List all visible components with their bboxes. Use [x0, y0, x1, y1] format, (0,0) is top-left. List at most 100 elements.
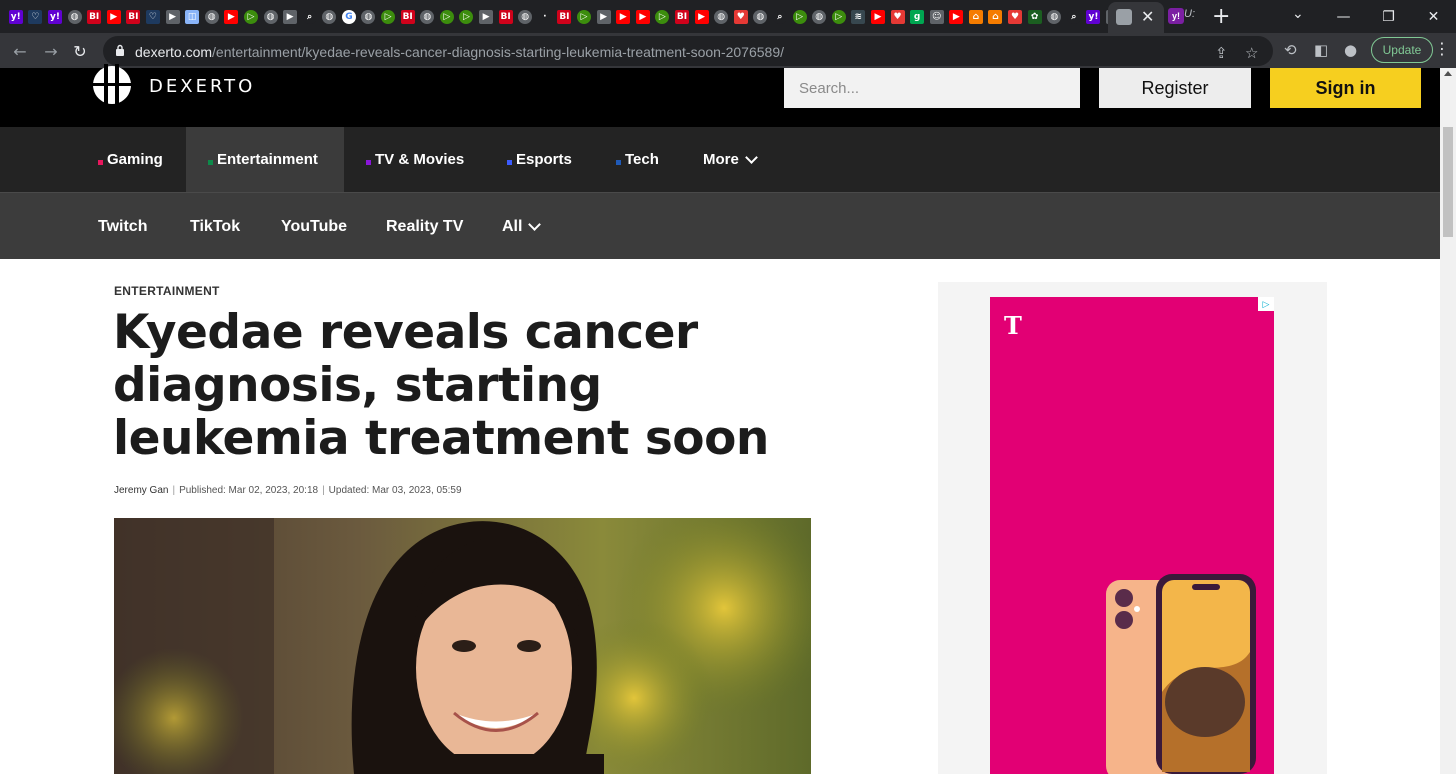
tab-favicon-icon[interactable]: ♥ — [1005, 7, 1025, 26]
tab-favicon-icon[interactable]: y! — [6, 7, 26, 26]
tab-favicon-icon[interactable]: ◍ — [320, 7, 340, 26]
tab-favicon-icon[interactable]: ▷ — [790, 7, 810, 26]
close-window-icon[interactable]: ✕ — [1411, 0, 1456, 33]
tab-favicon-icon[interactable]: ▶ — [104, 7, 124, 26]
page-scrollbar[interactable] — [1440, 68, 1456, 774]
tab-favicon-icon[interactable]: G — [339, 7, 359, 26]
tab-favicon-icon[interactable]: ▶ — [222, 7, 242, 26]
tab-favicon-icon[interactable]: ▶ — [163, 7, 183, 26]
tab-favicon-icon[interactable]: ♡ — [26, 7, 46, 26]
tab-favicon-icon[interactable]: ▶ — [613, 7, 633, 26]
tab-favicon-icon[interactable]: ☺ — [927, 7, 947, 26]
tab-favicon-icon[interactable]: · — [535, 7, 555, 26]
tab-favicon-icon[interactable]: BI — [124, 7, 144, 26]
subnav-all[interactable]: All — [502, 193, 542, 260]
tab-favicon-icon[interactable]: ≋ — [849, 7, 869, 26]
active-tab[interactable]: ✕ — [1108, 2, 1164, 33]
tab-favicon-icon[interactable]: ▶ — [692, 7, 712, 26]
tab-favicon-icon[interactable]: ◍ — [751, 7, 771, 26]
tab-favicon-icon[interactable]: ▷ — [437, 7, 457, 26]
tab-favicon-icon[interactable]: ◍ — [711, 7, 731, 26]
forward-icon[interactable]: → — [38, 38, 64, 64]
tab-favicon-icon[interactable]: ♥ — [888, 7, 908, 26]
register-button[interactable]: Register — [1099, 68, 1251, 108]
search-input[interactable] — [784, 68, 1080, 108]
adchoices-icon[interactable]: ▷ — [1258, 297, 1274, 311]
logo-text[interactable]: DEXERTO — [149, 76, 255, 97]
menu-icon[interactable]: ⋮ — [1434, 39, 1450, 58]
tab-yahoo-favicon-icon[interactable]: y! — [1168, 8, 1184, 24]
subnav-twitch[interactable]: Twitch — [98, 193, 147, 260]
tab-favicon-icon[interactable]: ◍ — [359, 7, 379, 26]
subnav-youtube[interactable]: YouTube — [281, 193, 347, 260]
tmobile-ad[interactable]: T ▷ — [990, 297, 1274, 774]
tab-favicon-icon[interactable]: ▶ — [280, 7, 300, 26]
tab-favicon-icon[interactable]: ⌂ — [966, 7, 986, 26]
tab-favicon-icon[interactable]: ◍ — [65, 7, 85, 26]
dexerto-logo-icon[interactable] — [90, 64, 134, 104]
tab-favicon-icon[interactable]: ▷ — [457, 7, 477, 26]
tab-favicon-icon[interactable]: ⌕ — [1064, 7, 1084, 26]
sign-in-button[interactable]: Sign in — [1270, 68, 1421, 108]
article-category[interactable]: ENTERTAINMENT — [114, 284, 220, 298]
tab-favicon-icon[interactable]: U: — [1184, 8, 1200, 24]
close-tab-icon[interactable]: ✕ — [1141, 7, 1154, 26]
address-bar[interactable]: dexerto.com/entertainment/kyedae-reveals… — [103, 36, 1273, 66]
scroll-up-arrow-icon[interactable] — [1444, 71, 1452, 76]
restore-icon[interactable]: ❐ — [1366, 0, 1411, 33]
author-link[interactable]: Jeremy Gan — [114, 485, 168, 496]
tab-favicon-icon[interactable]: BI — [496, 7, 516, 26]
tab-favicon-icon[interactable]: ⌕ — [770, 7, 790, 26]
nav-gaming[interactable]: Gaming — [98, 127, 163, 192]
tab-favicon-icon[interactable]: ✿ — [1025, 7, 1045, 26]
lock-icon[interactable] — [115, 44, 125, 56]
tab-favicon-icon[interactable]: ▶ — [868, 7, 888, 26]
tab-favicon-icon[interactable]: ▷ — [653, 7, 673, 26]
profile-icon[interactable]: ● — [1344, 41, 1357, 59]
tab-favicon-icon[interactable]: BI — [672, 7, 692, 26]
minimize-icon[interactable]: — — [1321, 0, 1366, 33]
tab-favicon-icon[interactable]: ⌕ — [300, 7, 320, 26]
tab-favicon-icon[interactable]: ▶ — [947, 7, 967, 26]
tab-favicon-icon[interactable]: BI — [398, 7, 418, 26]
tab-favicon-icon[interactable]: BI — [84, 7, 104, 26]
tab-favicon-icon[interactable]: ◍ — [261, 7, 281, 26]
nav-entertainment[interactable]: Entertainment — [186, 127, 344, 192]
extension-icon[interactable]: ⟲ — [1284, 41, 1297, 59]
nav-more[interactable]: More — [703, 127, 758, 192]
tab-favicon-icon[interactable]: ◍ — [809, 7, 829, 26]
subnav-tiktok[interactable]: TikTok — [190, 193, 240, 260]
tab-favicon-icon[interactable]: ▶ — [594, 7, 614, 26]
reload-icon[interactable]: ↻ — [67, 38, 93, 64]
tab-search-chevron-icon[interactable]: ⌄ — [1292, 6, 1304, 22]
tab-favicon-icon[interactable]: y! — [45, 7, 65, 26]
star-icon[interactable]: ☆ — [1245, 44, 1258, 62]
tab-favicon-icon[interactable]: ▷ — [241, 7, 261, 26]
nav-esports[interactable]: Esports — [507, 127, 572, 192]
tab-favicon-icon[interactable]: ◫ — [182, 7, 202, 26]
tab-favicon-icon[interactable]: ▷ — [574, 7, 594, 26]
tab-favicon-icon[interactable]: y! — [1084, 7, 1104, 26]
subnav-reality-tv[interactable]: Reality TV — [386, 193, 463, 260]
url-text[interactable]: dexerto.com/entertainment/kyedae-reveals… — [135, 44, 784, 60]
tab-favicon-icon[interactable]: ⌂ — [986, 7, 1006, 26]
tab-favicon-icon[interactable]: ▶ — [633, 7, 653, 26]
new-tab-button[interactable]: + — [1212, 4, 1230, 29]
nav-tv-movies[interactable]: TV & Movies — [366, 127, 464, 192]
tab-favicon-icon[interactable]: ◍ — [417, 7, 437, 26]
tab-favicon-icon[interactable]: ▷ — [378, 7, 398, 26]
back-icon[interactable]: ← — [7, 38, 33, 64]
tab-favicon-icon[interactable]: ◍ — [202, 7, 222, 26]
tab-favicon-icon[interactable]: g — [907, 7, 927, 26]
sidebar-icon[interactable]: ◧ — [1314, 41, 1328, 59]
tab-favicon-icon[interactable]: ♥ — [731, 7, 751, 26]
update-button[interactable]: Update — [1371, 37, 1433, 63]
share-icon[interactable]: ⇪ — [1215, 44, 1228, 62]
tab-favicon-icon[interactable]: ◍ — [515, 7, 535, 26]
tab-favicon-icon[interactable]: ▶ — [476, 7, 496, 26]
nav-tech[interactable]: Tech — [616, 127, 659, 192]
tab-favicon-icon[interactable]: ◍ — [1044, 7, 1064, 26]
scrollbar-thumb[interactable] — [1443, 127, 1453, 237]
tab-favicon-icon[interactable]: ▷ — [829, 7, 849, 26]
tab-favicon-icon[interactable]: ♡ — [143, 7, 163, 26]
